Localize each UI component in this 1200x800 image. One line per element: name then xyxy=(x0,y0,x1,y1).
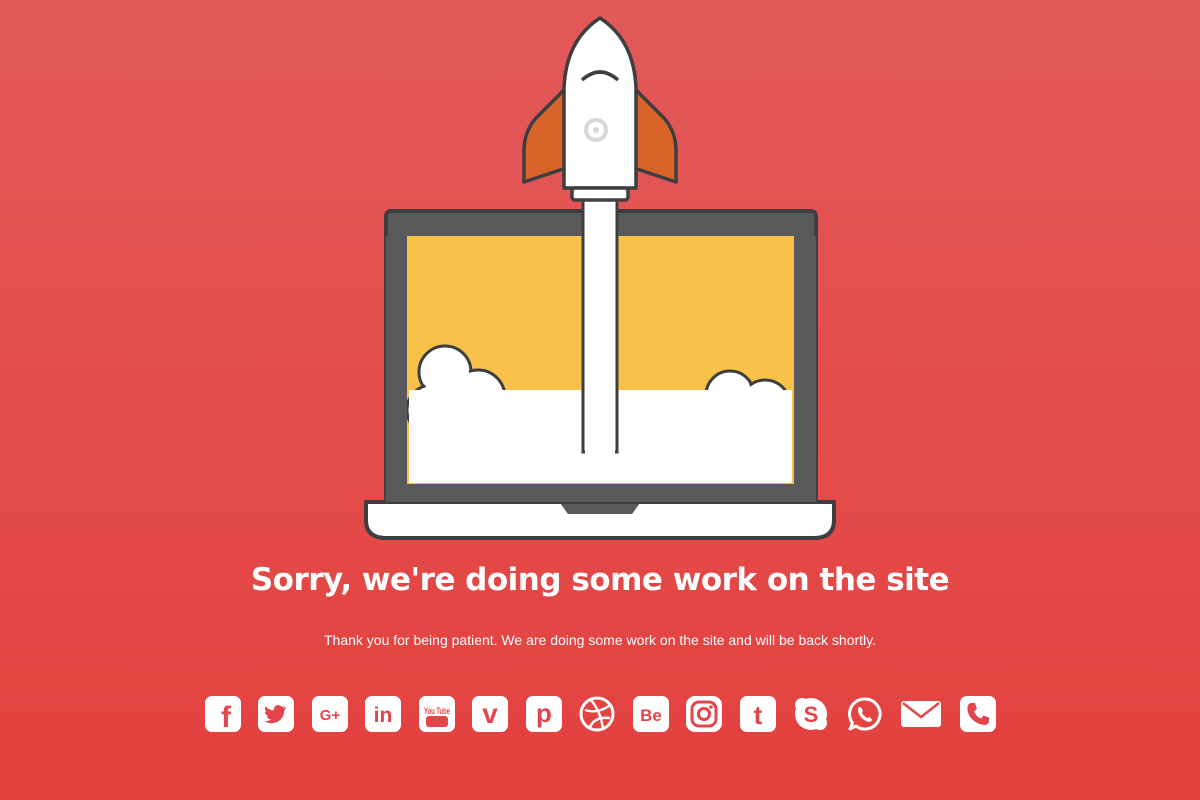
skype-link[interactable]: S xyxy=(793,696,829,732)
rocket-trail xyxy=(581,188,619,454)
rocket-laptop-illustration xyxy=(364,16,836,540)
email-icon xyxy=(901,701,941,727)
behance-link[interactable]: Be xyxy=(632,696,669,732)
tumblr-link[interactable]: t xyxy=(739,696,776,732)
twitter-icon xyxy=(258,696,294,732)
maintenance-message: Thank you for being patient. We are doin… xyxy=(323,632,876,648)
instagram-link[interactable] xyxy=(686,696,722,732)
facebook-glyph: f xyxy=(221,701,232,732)
phone-link[interactable] xyxy=(959,696,996,732)
google-plus-link[interactable]: G+ xyxy=(311,696,348,732)
vimeo-link[interactable]: v xyxy=(472,696,508,732)
google-plus-icon: G+ xyxy=(311,696,348,732)
linkedin-link[interactable]: in xyxy=(365,696,401,732)
dribbble-icon xyxy=(579,696,615,732)
youtube-link[interactable]: You Tube xyxy=(418,696,455,732)
phone-icon xyxy=(959,696,996,732)
vimeo-icon: v xyxy=(472,696,508,732)
linkedin-icon: in xyxy=(365,696,401,732)
tumblr-icon: t xyxy=(739,696,776,732)
linkedin-glyph: in xyxy=(374,704,393,727)
rocket xyxy=(522,16,678,202)
facebook-icon: f xyxy=(204,696,241,732)
twitter-link[interactable] xyxy=(258,696,294,732)
whatsapp-link[interactable] xyxy=(847,696,883,732)
laptop-base xyxy=(364,500,836,540)
instagram-icon xyxy=(686,696,722,732)
skype-icon: S xyxy=(795,698,827,730)
dribbble-link[interactable] xyxy=(579,696,615,732)
pinterest-link[interactable]: p xyxy=(525,696,562,732)
page-title: Sorry, we're doing some work on the site xyxy=(250,562,950,598)
social-links: f G+ in You Tube v p Be t S xyxy=(0,696,1200,736)
youtube-glyph: You Tube xyxy=(424,706,450,716)
behance-glyph: Be xyxy=(640,706,662,725)
vimeo-glyph: v xyxy=(482,698,498,729)
pinterest-glyph: p xyxy=(536,698,552,728)
email-link[interactable] xyxy=(900,696,942,732)
google-plus-glyph: G+ xyxy=(319,707,340,724)
youtube-icon: You Tube xyxy=(418,696,455,732)
tumblr-glyph: t xyxy=(753,700,762,730)
pinterest-icon: p xyxy=(525,696,562,732)
facebook-link[interactable]: f xyxy=(204,696,241,732)
whatsapp-icon xyxy=(847,697,881,731)
skype-glyph: S xyxy=(804,702,819,727)
behance-icon: Be xyxy=(632,696,669,732)
